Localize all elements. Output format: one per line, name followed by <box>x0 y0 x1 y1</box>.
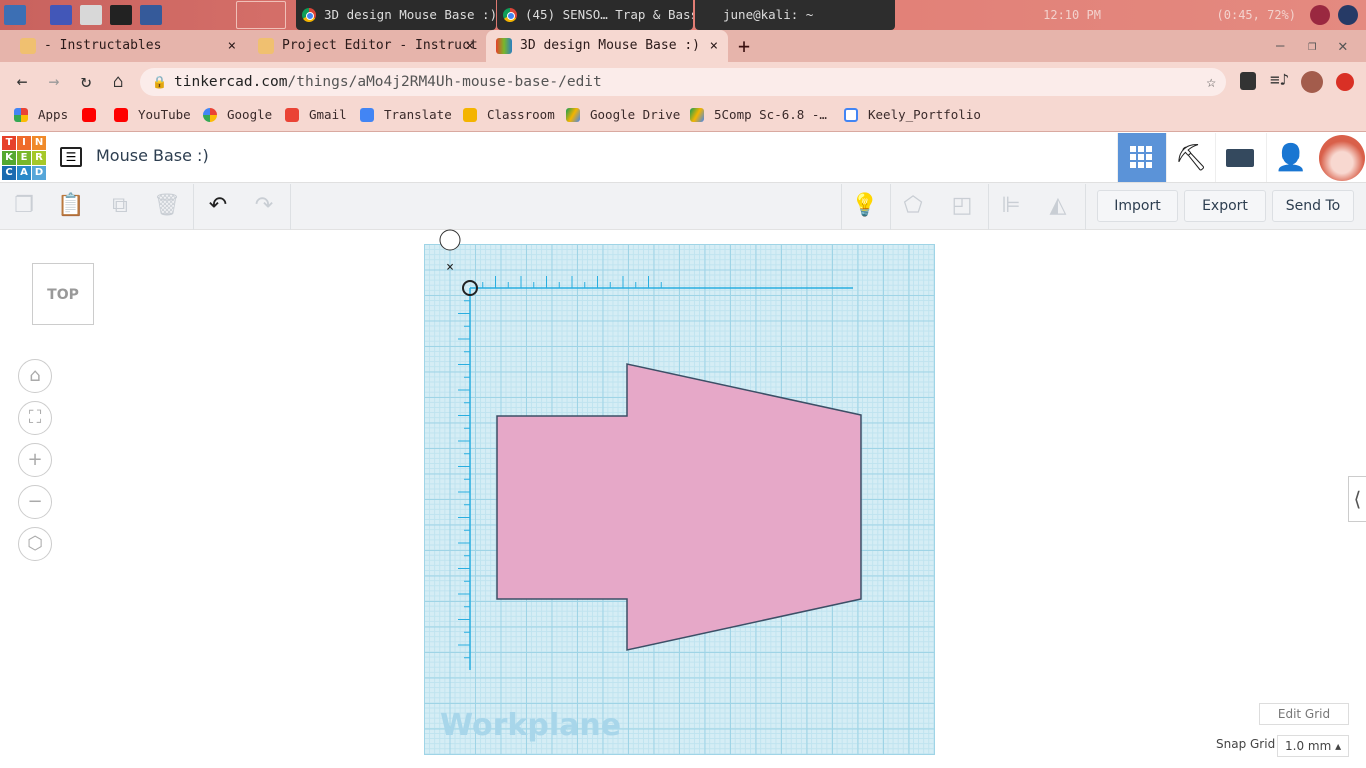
edit-grid-button[interactable]: Edit Grid <box>1259 703 1349 725</box>
mouse-base-shape[interactable] <box>496 363 862 651</box>
workplane-overlay: × <box>439 229 862 670</box>
snap-grid-label: Snap Grid <box>1216 737 1276 751</box>
shapes-panel-toggle[interactable]: ⟨ <box>1348 476 1366 522</box>
ruler-menu-icon[interactable] <box>439 229 461 251</box>
ruler-close-icon[interactable]: × <box>446 260 454 275</box>
snap-grid-select[interactable]: 1.0 mm ▴ <box>1277 735 1349 757</box>
